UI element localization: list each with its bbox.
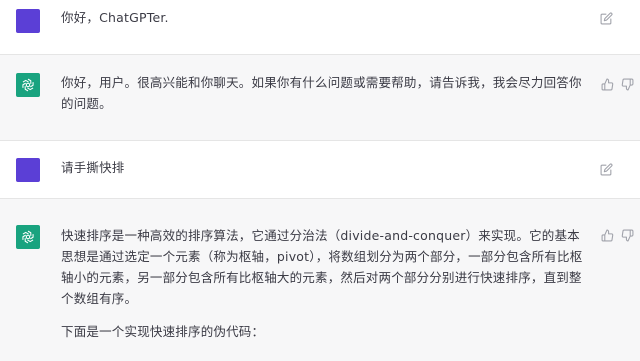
edit-icon[interactable] (599, 11, 613, 25)
thumbs-down-icon[interactable] (620, 228, 634, 242)
message-text: 你好，用户。很高兴能和你聊天。如果你有什么问题或需要帮助，请告诉我，我会尽力回答… (61, 72, 589, 114)
message-text: 请手撕快排 (61, 157, 589, 178)
chat-thread: 你好，ChatGPTer. 你好，用户。很高兴能和你聊天。如果你有什么问题或需要… (0, 0, 640, 361)
message-paragraph: 你好，ChatGPTer. (61, 10, 169, 25)
user-avatar (16, 9, 40, 33)
assistant-message: 快速排序是一种高效的排序算法，它通过分治法（divide-and-conquer… (0, 199, 640, 361)
openai-logo-icon (16, 225, 40, 249)
edit-icon[interactable] (599, 162, 613, 176)
thumbs-up-icon[interactable] (600, 228, 614, 242)
thumbs-up-icon[interactable] (600, 77, 614, 91)
openai-logo-icon (16, 73, 40, 97)
message-paragraph: 你好，用户。很高兴能和你聊天。如果你有什么问题或需要帮助，请告诉我，我会尽力回答… (61, 75, 582, 111)
message-paragraph: 快速排序是一种高效的排序算法，它通过分治法（divide-and-conquer… (61, 228, 583, 306)
user-avatar (16, 158, 40, 182)
message-text: 快速排序是一种高效的排序算法，它通过分治法（divide-and-conquer… (61, 225, 589, 342)
message-paragraph: 请手撕快排 (61, 160, 125, 175)
thumbs-down-icon[interactable] (620, 77, 634, 91)
user-message: 请手撕快排 (0, 141, 640, 199)
assistant-message: 你好，用户。很高兴能和你聊天。如果你有什么问题或需要帮助，请告诉我，我会尽力回答… (0, 55, 640, 141)
user-message: 你好，ChatGPTer. (0, 0, 640, 55)
message-text: 你好，ChatGPTer. (61, 7, 589, 28)
message-paragraph: 下面是一个实现快速排序的伪代码： (61, 324, 265, 339)
